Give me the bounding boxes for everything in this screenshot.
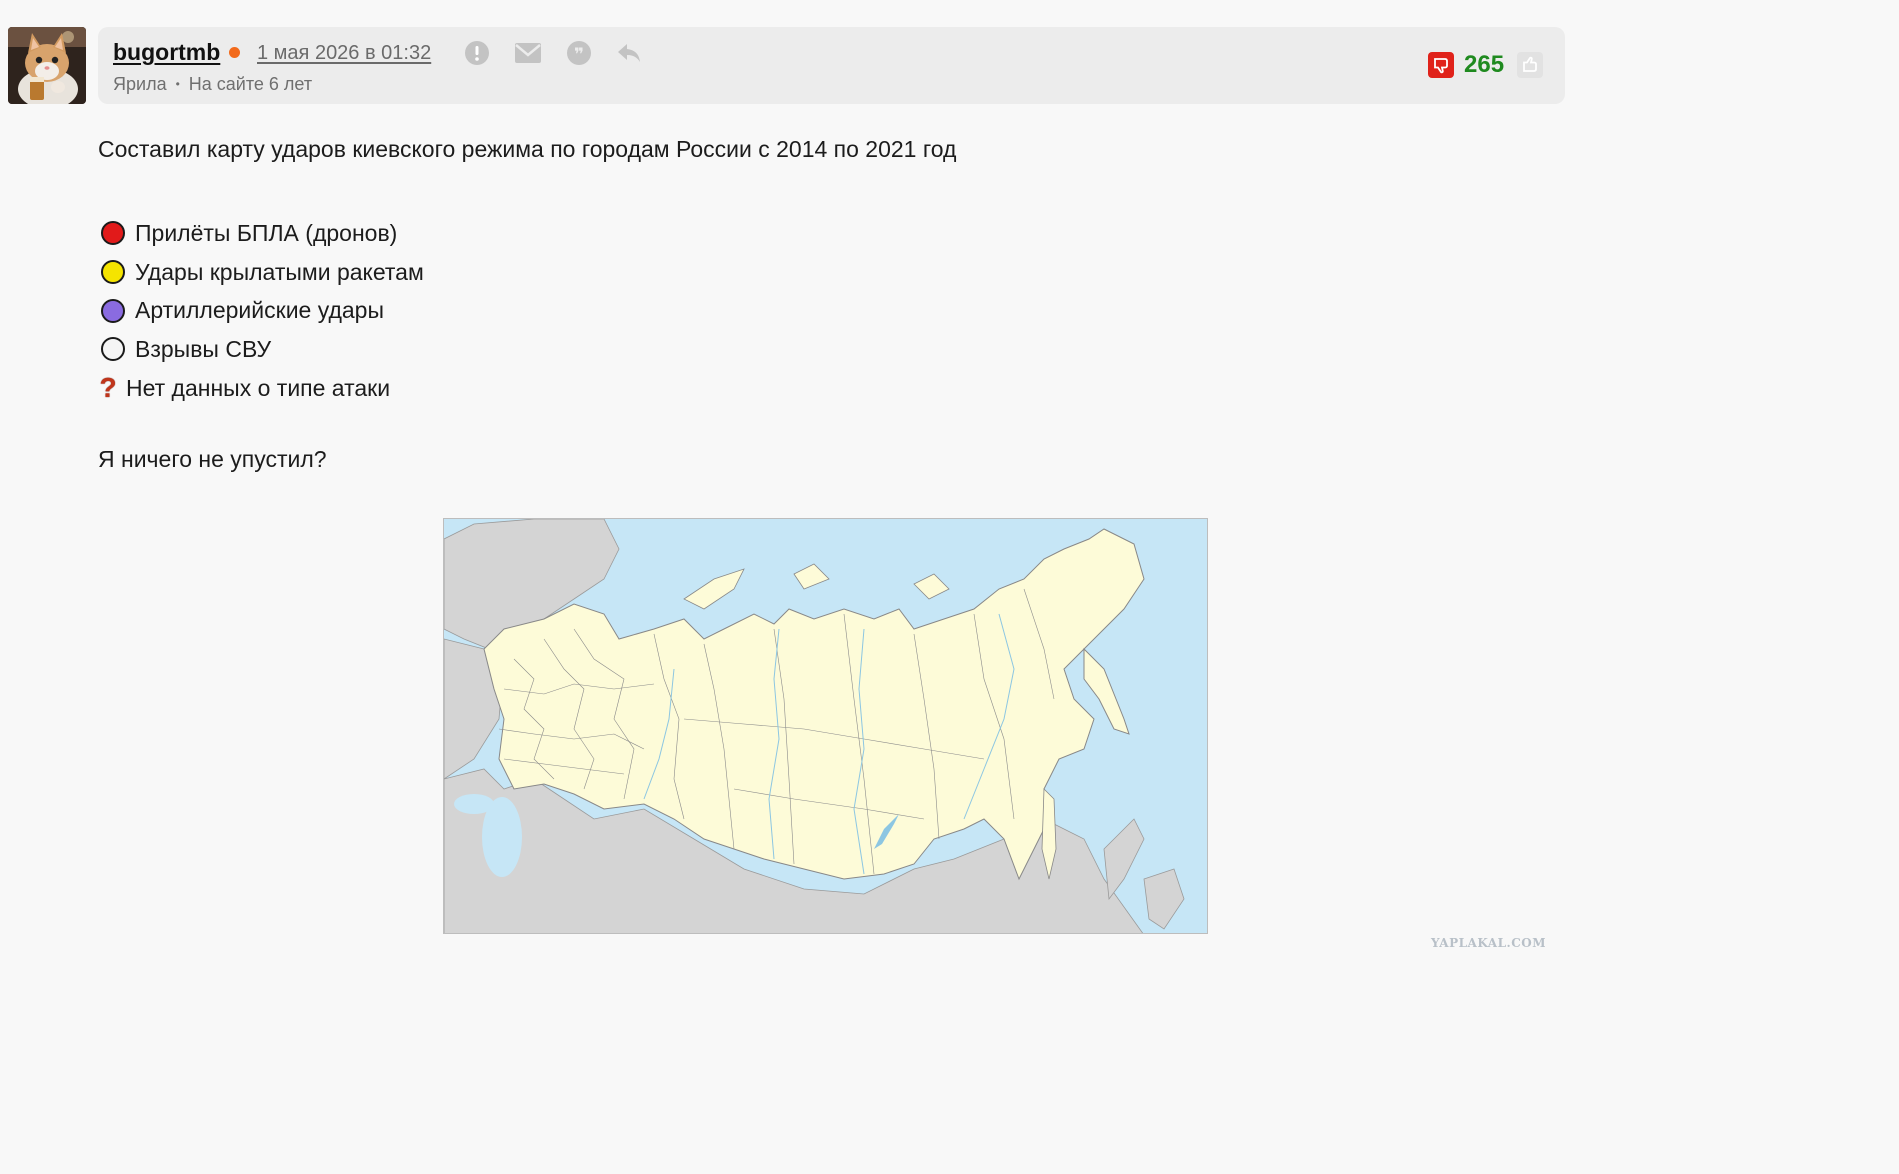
legend-label: Артиллерийские удары — [135, 297, 384, 324]
member-since: На сайте 6 лет — [188, 74, 313, 94]
legend-label: Нет данных о типе атаки — [126, 374, 391, 401]
dislike-button[interactable] — [1428, 52, 1454, 78]
avatar[interactable] — [8, 27, 86, 104]
legend-label: Взрывы СВУ — [135, 335, 272, 362]
white-circle-icon — [101, 337, 125, 362]
red-circle-icon — [101, 221, 125, 246]
dislike-icon — [1434, 58, 1448, 74]
author-meta: Ярила • На сайте 6 лет — [113, 74, 312, 95]
quote-icon[interactable]: ❞ — [566, 40, 592, 66]
purple-circle-icon — [101, 298, 125, 323]
author-link[interactable]: bugortmb — [113, 39, 220, 66]
legend-item: Взрывы СВУ — [98, 330, 424, 369]
svg-text:❞: ❞ — [574, 45, 584, 65]
post-body: Составил карту ударов киевского режима п… — [98, 136, 1498, 472]
legend-label: Прилёты БПЛА (дронов) — [135, 219, 398, 246]
post-header: bugortmb 1 мая 2026 в 01:32 ❞ Ярила • На с… — [98, 27, 1565, 104]
report-icon[interactable] — [464, 40, 490, 66]
map-image[interactable] — [443, 518, 1208, 934]
user-status: Ярила — [113, 74, 167, 94]
like-button[interactable] — [1517, 52, 1543, 78]
yellow-circle-icon — [101, 260, 125, 285]
legend-item: Артиллерийские удары — [98, 291, 424, 330]
legend-list: Прилёты БПЛА (дронов) Удары крылатыми ра… — [98, 214, 424, 408]
like-icon — [1523, 56, 1537, 72]
legend-item: Прилёты БПЛА (дронов) — [98, 214, 424, 253]
legend-label: Удары крылатыми ракетам — [135, 258, 424, 285]
online-status-dot — [229, 47, 240, 58]
meta-separator: • — [175, 77, 180, 91]
post-intro-text: Составил карту ударов киевского режима п… — [98, 136, 957, 162]
message-icon[interactable] — [514, 40, 541, 66]
russia-map-icon — [444, 519, 1207, 933]
post-closing-text: Я ничего не упустил? — [98, 446, 327, 472]
rating-value: 265 — [1464, 51, 1505, 78]
question-mark-icon: ? — [99, 372, 117, 404]
watermark: YAPLAKAL.COM — [1430, 936, 1546, 950]
cat-avatar-icon — [8, 27, 86, 104]
reply-icon[interactable] — [616, 40, 642, 66]
post-date-link[interactable]: 1 мая 2026 в 01:32 — [257, 42, 431, 65]
legend-item: ? Нет данных о типе атаки — [98, 369, 424, 408]
legend-item: Удары крылатыми ракетам — [98, 253, 424, 292]
